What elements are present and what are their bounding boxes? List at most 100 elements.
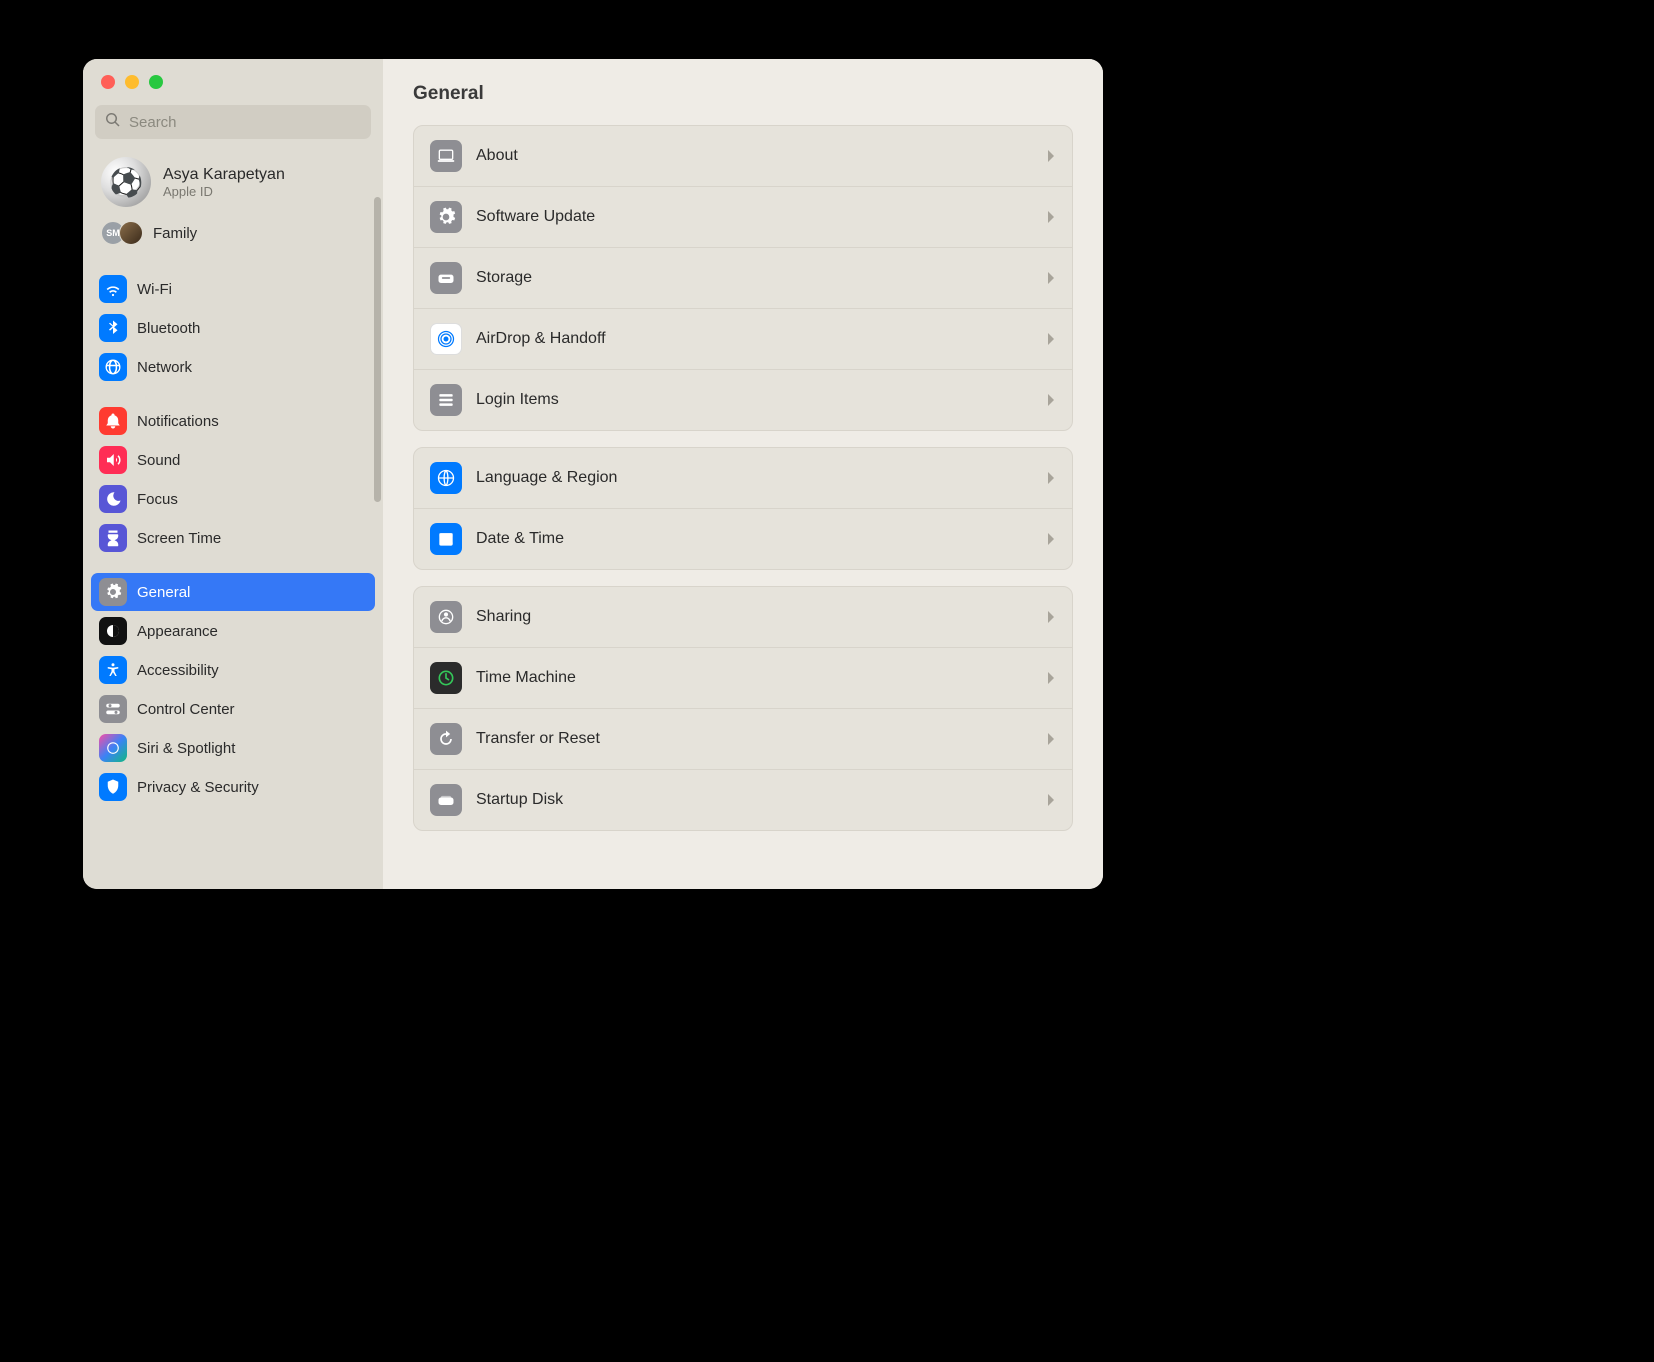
airdrop-icon	[430, 323, 462, 355]
sidebar-family[interactable]: SM Family	[91, 215, 375, 255]
sidebar-item-general[interactable]: General	[91, 573, 375, 611]
siri-icon	[99, 734, 127, 762]
chevron-right-icon	[1046, 332, 1056, 346]
row-time-machine[interactable]: Time Machine	[414, 648, 1072, 709]
sharing-icon	[430, 601, 462, 633]
row-sharing[interactable]: Sharing	[414, 587, 1072, 648]
sidebar-item-accessibility[interactable]: Accessibility	[91, 651, 375, 689]
family-avatars: SM	[101, 221, 143, 245]
sidebar-item-wifi[interactable]: Wi-Fi	[91, 270, 375, 308]
sidebar-item-label: Appearance	[137, 623, 218, 640]
laptop-icon	[430, 140, 462, 172]
settings-window: ⚽ Asya Karapetyan Apple ID SM Family	[83, 59, 1103, 889]
gear-icon	[430, 201, 462, 233]
row-label: AirDrop & Handoff	[476, 330, 1032, 348]
row-airdrop-handoff[interactable]: AirDrop & Handoff	[414, 309, 1072, 370]
reset-icon	[430, 723, 462, 755]
sidebar-account[interactable]: ⚽ Asya Karapetyan Apple ID	[91, 149, 375, 215]
chevron-right-icon	[1046, 149, 1056, 163]
maximize-button[interactable]	[149, 75, 163, 89]
row-software-update[interactable]: Software Update	[414, 187, 1072, 248]
search-field[interactable]	[95, 105, 371, 139]
row-label: Software Update	[476, 208, 1032, 226]
page-title: General	[413, 83, 1073, 105]
sidebar-item-focus[interactable]: Focus	[91, 480, 375, 518]
family-avatar-pic	[119, 221, 143, 245]
row-label: Startup Disk	[476, 791, 1032, 809]
row-label: Login Items	[476, 391, 1032, 409]
chevron-right-icon	[1046, 471, 1056, 485]
main-content: General About Software Update	[383, 59, 1103, 889]
globe-icon	[430, 462, 462, 494]
calendar-icon	[430, 523, 462, 555]
row-label: Date & Time	[476, 530, 1032, 548]
chevron-right-icon	[1046, 671, 1056, 685]
disk-icon	[430, 262, 462, 294]
chevron-right-icon	[1046, 532, 1056, 546]
minimize-button[interactable]	[125, 75, 139, 89]
sidebar-item-label: Control Center	[137, 701, 235, 718]
account-subtitle: Apple ID	[163, 184, 285, 199]
sidebar-item-notifications[interactable]: Notifications	[91, 402, 375, 440]
row-login-items[interactable]: Login Items	[414, 370, 1072, 430]
sidebar-item-privacy-security[interactable]: Privacy & Security	[91, 768, 375, 806]
accessibility-icon	[99, 656, 127, 684]
settings-group: Language & Region Date & Time	[413, 447, 1073, 570]
search-input[interactable]	[129, 114, 361, 131]
focus-icon	[99, 485, 127, 513]
sidebar-item-sound[interactable]: Sound	[91, 441, 375, 479]
sidebar-item-siri-spotlight[interactable]: Siri & Spotlight	[91, 729, 375, 767]
row-label: Sharing	[476, 608, 1032, 626]
sidebar-item-label: Focus	[137, 491, 178, 508]
sidebar-item-label: Siri & Spotlight	[137, 740, 235, 757]
sidebar-item-label: Bluetooth	[137, 320, 200, 337]
sidebar-item-label: Sound	[137, 452, 180, 469]
row-transfer-reset[interactable]: Transfer or Reset	[414, 709, 1072, 770]
chevron-right-icon	[1046, 271, 1056, 285]
sidebar-scrollbar[interactable]	[374, 197, 381, 502]
row-about[interactable]: About	[414, 126, 1072, 187]
sidebar-item-label: Notifications	[137, 413, 219, 430]
sidebar-item-label: Accessibility	[137, 662, 219, 679]
appearance-icon	[99, 617, 127, 645]
account-name: Asya Karapetyan	[163, 166, 285, 184]
sidebar-scroll[interactable]: ⚽ Asya Karapetyan Apple ID SM Family	[83, 149, 383, 889]
row-language-region[interactable]: Language & Region	[414, 448, 1072, 509]
sidebar-item-screen-time[interactable]: Screen Time	[91, 519, 375, 557]
gear-icon	[99, 578, 127, 606]
row-startup-disk[interactable]: Startup Disk	[414, 770, 1072, 830]
chevron-right-icon	[1046, 610, 1056, 624]
network-icon	[99, 353, 127, 381]
control-center-icon	[99, 695, 127, 723]
sidebar-item-network[interactable]: Network	[91, 348, 375, 386]
close-button[interactable]	[101, 75, 115, 89]
sidebar-item-label: Screen Time	[137, 530, 221, 547]
sidebar-item-appearance[interactable]: Appearance	[91, 612, 375, 650]
row-label: About	[476, 147, 1032, 165]
sidebar-item-label: Wi-Fi	[137, 281, 172, 298]
time-machine-icon	[430, 662, 462, 694]
family-label: Family	[153, 225, 197, 242]
screen-time-icon	[99, 524, 127, 552]
sound-icon	[99, 446, 127, 474]
bluetooth-icon	[99, 314, 127, 342]
row-label: Time Machine	[476, 669, 1032, 687]
search-icon	[105, 112, 121, 133]
window-titlebar	[83, 59, 383, 105]
chevron-right-icon	[1046, 793, 1056, 807]
sidebar-item-control-center[interactable]: Control Center	[91, 690, 375, 728]
row-storage[interactable]: Storage	[414, 248, 1072, 309]
sidebar-item-label: Network	[137, 359, 192, 376]
privacy-icon	[99, 773, 127, 801]
chevron-right-icon	[1046, 732, 1056, 746]
chevron-right-icon	[1046, 393, 1056, 407]
avatar: ⚽	[101, 157, 151, 207]
row-date-time[interactable]: Date & Time	[414, 509, 1072, 569]
sidebar-item-bluetooth[interactable]: Bluetooth	[91, 309, 375, 347]
list-icon	[430, 384, 462, 416]
row-label: Transfer or Reset	[476, 730, 1032, 748]
settings-group: About Software Update Storage	[413, 125, 1073, 431]
chevron-right-icon	[1046, 210, 1056, 224]
row-label: Language & Region	[476, 469, 1032, 487]
sidebar-item-label: Privacy & Security	[137, 779, 259, 796]
